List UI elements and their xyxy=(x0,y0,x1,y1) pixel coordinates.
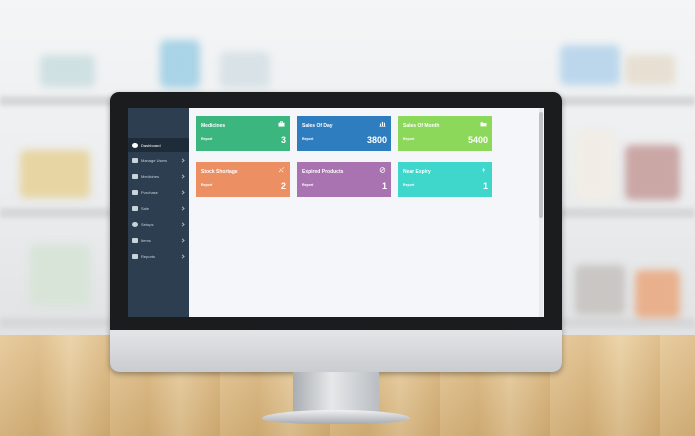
sidebar-item-label: Sale xyxy=(141,205,150,211)
sales-of-day-card[interactable]: Sales Of Day Report 3800 xyxy=(297,116,391,151)
background-box xyxy=(220,52,270,88)
card-subtitle: Report xyxy=(201,137,213,141)
sidebar-item-dashboard[interactable]: Dashboard xyxy=(128,138,189,152)
card-value: 1 xyxy=(381,181,387,191)
briefcase-icon xyxy=(278,121,285,127)
chevron-right-icon xyxy=(180,205,185,211)
chevron-right-icon xyxy=(180,237,185,243)
card-title: Sales Of Month xyxy=(403,123,440,129)
card-subtitle: Report xyxy=(403,183,415,187)
background-box xyxy=(40,55,95,87)
card-value: 2 xyxy=(280,181,286,191)
folder-icon xyxy=(480,122,487,127)
card-subtitle: Report xyxy=(302,183,314,187)
background-bottle xyxy=(625,145,680,200)
sidebar-item-reports[interactable]: Reports xyxy=(128,249,189,263)
background-box xyxy=(560,45,620,85)
background-bottle xyxy=(575,130,615,200)
broken-link-icon xyxy=(278,167,285,173)
chevron-right-icon xyxy=(180,173,185,179)
background-bottle xyxy=(160,40,200,88)
sales-of-month-card[interactable]: Sales Of Month Report 5400 xyxy=(398,116,492,151)
monitor-stand-foot xyxy=(262,410,410,424)
sidebar-item-label: Reports xyxy=(141,253,156,259)
card-value: 1 xyxy=(482,181,488,191)
card-subtitle: Report xyxy=(201,183,213,187)
list-icon xyxy=(132,237,138,243)
vertical-scrollbar[interactable] xyxy=(539,108,543,317)
background-bottle xyxy=(575,265,625,315)
sidebar-item-label: Medicines xyxy=(141,173,160,179)
sidebar-item-label: Manage Users xyxy=(141,157,168,163)
chart-icon xyxy=(132,205,138,211)
card-title: Medicines xyxy=(201,123,226,129)
medicine-icon xyxy=(132,173,138,179)
scrollbar-thumb[interactable] xyxy=(539,112,543,218)
cart-icon xyxy=(132,189,138,195)
dashboard-screen: Dashboard Manage Users Medicines Purchas… xyxy=(128,108,544,317)
card-title: Stock Shortage xyxy=(201,169,238,175)
sidebar-item-label: Items xyxy=(141,237,151,243)
chevron-right-icon xyxy=(180,157,185,163)
sidebar-item-setups[interactable]: Setups xyxy=(128,217,189,231)
card-title: Sales Of Day xyxy=(302,123,333,129)
sidebar-item-items[interactable]: Items xyxy=(128,233,189,247)
card-subtitle: Report xyxy=(403,137,415,141)
background-box xyxy=(625,55,675,85)
card-title: Near Expiry xyxy=(403,169,431,175)
users-icon xyxy=(132,157,138,163)
card-value: 3 xyxy=(280,135,286,145)
dashboard-icon xyxy=(132,142,138,148)
sidebar-item-manage-users[interactable]: Manage Users xyxy=(128,153,189,167)
card-value: 3800 xyxy=(366,135,387,145)
bar-chart-icon xyxy=(379,121,386,127)
chevron-right-icon xyxy=(180,221,185,227)
ban-icon xyxy=(379,167,386,173)
monitor-chin xyxy=(110,330,562,372)
card-subtitle: Report xyxy=(302,137,314,141)
sidebar-item-label: Purchase xyxy=(141,189,158,195)
sidebar: Dashboard Manage Users Medicines Purchas… xyxy=(128,108,189,317)
report-icon xyxy=(132,253,138,259)
chevron-right-icon xyxy=(180,253,185,259)
sidebar-item-purchase[interactable]: Purchase xyxy=(128,185,189,199)
near-expiry-card[interactable]: Near Expiry Report 1 xyxy=(398,162,492,197)
bolt-icon xyxy=(482,167,486,173)
background-bottle xyxy=(635,270,680,318)
sidebar-item-medicines[interactable]: Medicines xyxy=(128,169,189,183)
expired-products-card[interactable]: Expired Products Report 1 xyxy=(297,162,391,197)
background-box xyxy=(20,150,90,198)
stock-shortage-card[interactable]: Stock Shortage Report 2 xyxy=(196,162,290,197)
sidebar-item-label: Setups xyxy=(141,221,154,227)
gear-icon xyxy=(132,221,138,227)
chevron-right-icon xyxy=(180,189,185,195)
card-title: Expired Products xyxy=(302,169,344,175)
sidebar-item-sale[interactable]: Sale xyxy=(128,201,189,215)
sidebar-item-label: Dashboard xyxy=(141,142,161,148)
medicines-card[interactable]: Medicines Report 3 xyxy=(196,116,290,151)
card-value: 5400 xyxy=(467,135,488,145)
background-bottle xyxy=(30,245,90,305)
